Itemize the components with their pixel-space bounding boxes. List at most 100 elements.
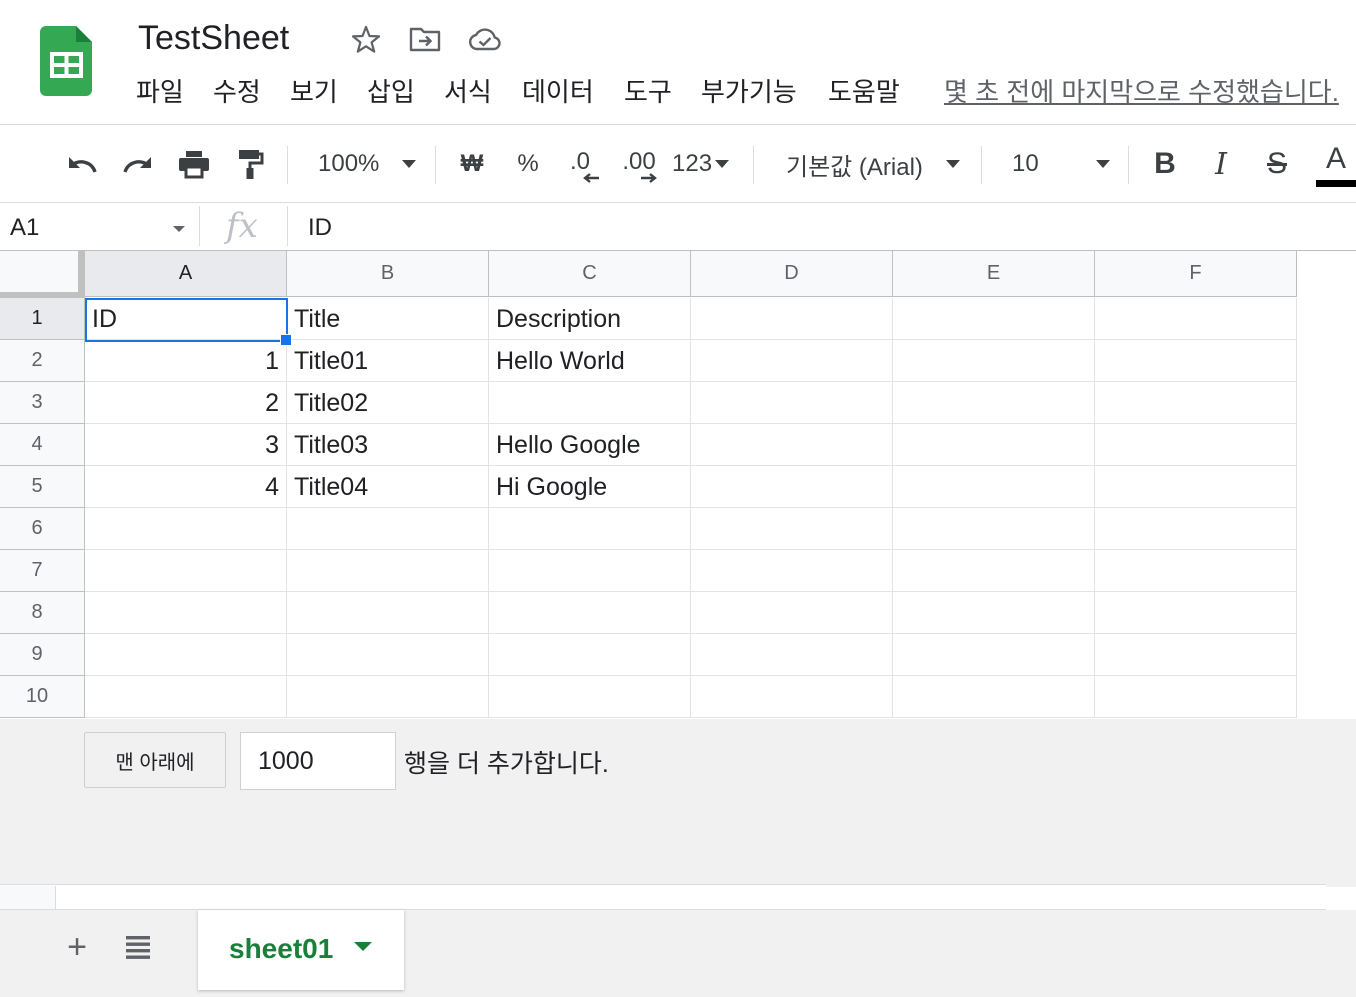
cell-d10[interactable] (691, 676, 893, 718)
add-rows-button[interactable]: 맨 아래에 (84, 732, 226, 788)
cell-f9[interactable] (1095, 634, 1297, 676)
cell-f3[interactable] (1095, 382, 1297, 424)
cell-e7[interactable] (893, 550, 1095, 592)
font-size-dropdown-icon[interactable] (1094, 158, 1112, 170)
cell-f8[interactable] (1095, 592, 1297, 634)
row-header[interactable]: 6 (0, 508, 85, 550)
all-sheets-list-icon[interactable] (122, 930, 154, 964)
cell-e3[interactable] (893, 382, 1095, 424)
cell-c7[interactable] (489, 550, 691, 592)
cell-b10[interactable] (287, 676, 489, 718)
cell-a5[interactable]: 4 (85, 466, 287, 508)
italic-button[interactable]: I (1202, 138, 1240, 190)
cell-a9[interactable] (85, 634, 287, 676)
cell-e2[interactable] (893, 340, 1095, 382)
row-header[interactable]: 7 (0, 550, 85, 592)
cell-f6[interactable] (1095, 508, 1297, 550)
cell-e5[interactable] (893, 466, 1095, 508)
more-formats-button[interactable]: 123 (672, 138, 736, 190)
cell-d7[interactable] (691, 550, 893, 592)
fill-handle[interactable] (280, 334, 292, 346)
row-header[interactable]: 3 (0, 382, 85, 424)
cell-f1[interactable] (1095, 298, 1297, 340)
menu-format[interactable]: 서식 (444, 74, 492, 110)
name-box-dropdown-icon[interactable] (172, 224, 186, 234)
cell-b6[interactable] (287, 508, 489, 550)
decrease-decimal-button[interactable]: .0 (560, 138, 600, 190)
column-header-f[interactable]: F (1095, 251, 1297, 297)
cell-a10[interactable] (85, 676, 287, 718)
cell-c4[interactable]: Hello Google (489, 424, 691, 466)
font-family-select[interactable]: 기본값 (Arial) (780, 138, 940, 190)
menu-file[interactable]: 파일 (136, 74, 184, 110)
menu-insert[interactable]: 삽입 (367, 74, 415, 110)
cell-e1[interactable] (893, 298, 1095, 340)
zoom-dropdown-icon[interactable] (400, 158, 418, 170)
menu-view[interactable]: 보기 (290, 74, 338, 110)
cell-b8[interactable] (287, 592, 489, 634)
column-header-c[interactable]: C (489, 251, 691, 297)
cell-c1[interactable]: Description (489, 298, 691, 340)
zoom-select[interactable]: 100% (306, 138, 390, 190)
increase-decimal-button[interactable]: .00 (616, 138, 662, 190)
menu-help[interactable]: 도움말 (828, 74, 900, 110)
cell-a7[interactable] (85, 550, 287, 592)
undo-button[interactable] (60, 138, 104, 190)
paint-format-button[interactable] (228, 138, 272, 190)
font-size-select[interactable]: 10 (1004, 138, 1050, 190)
percent-format-button[interactable]: % (508, 138, 548, 190)
cell-b4[interactable]: Title03 (287, 424, 489, 466)
name-box[interactable]: A1 (10, 210, 39, 246)
cell-d4[interactable] (691, 424, 893, 466)
print-button[interactable] (172, 138, 216, 190)
frozen-column-bar[interactable] (78, 251, 84, 297)
last-edit-link[interactable]: 몇 초 전에 마지막으로 수정했습니다. (944, 74, 1339, 110)
star-icon[interactable] (349, 24, 383, 54)
row-header[interactable]: 5 (0, 466, 85, 508)
cell-d1[interactable] (691, 298, 893, 340)
cell-d3[interactable] (691, 382, 893, 424)
bold-button[interactable]: B (1146, 138, 1184, 190)
strikethrough-button[interactable]: S (1258, 138, 1296, 190)
cell-c9[interactable] (489, 634, 691, 676)
select-all-corner[interactable] (0, 251, 85, 298)
cell-b2[interactable]: Title01 (287, 340, 489, 382)
cell-d9[interactable] (691, 634, 893, 676)
sheet-tab-label[interactable]: sheet01 (229, 930, 333, 968)
cell-c10[interactable] (489, 676, 691, 718)
menu-edit[interactable]: 수정 (213, 74, 261, 110)
sheet-tab-menu-icon[interactable] (354, 942, 372, 951)
formula-input[interactable]: ID (308, 210, 332, 246)
cell-e6[interactable] (893, 508, 1095, 550)
cell-f4[interactable] (1095, 424, 1297, 466)
sheets-logo-icon[interactable] (40, 26, 92, 96)
cell-b5[interactable]: Title04 (287, 466, 489, 508)
column-header-a[interactable]: A (85, 251, 287, 297)
currency-format-button[interactable]: ₩ (452, 138, 492, 190)
cell-a4[interactable]: 3 (85, 424, 287, 466)
cell-a8[interactable] (85, 592, 287, 634)
cell-e10[interactable] (893, 676, 1095, 718)
cell-c6[interactable] (489, 508, 691, 550)
horizontal-scrollbar[interactable] (0, 884, 1326, 910)
row-header[interactable]: 1 (0, 298, 85, 340)
cell-f10[interactable] (1095, 676, 1297, 718)
cell-c8[interactable] (489, 592, 691, 634)
column-header-e[interactable]: E (893, 251, 1095, 297)
cell-c2[interactable]: Hello World (489, 340, 691, 382)
cloud-saved-icon[interactable] (468, 24, 502, 54)
cell-a1[interactable]: ID (85, 298, 287, 340)
row-header[interactable]: 2 (0, 340, 85, 382)
cell-d8[interactable] (691, 592, 893, 634)
cell-b7[interactable] (287, 550, 489, 592)
row-header[interactable]: 8 (0, 592, 85, 634)
cell-d5[interactable] (691, 466, 893, 508)
move-to-folder-icon[interactable] (408, 24, 442, 54)
cell-d2[interactable] (691, 340, 893, 382)
cell-e4[interactable] (893, 424, 1095, 466)
add-sheet-button[interactable]: + (60, 928, 94, 966)
cell-a2[interactable]: 1 (85, 340, 287, 382)
row-header[interactable]: 10 (0, 676, 85, 718)
menu-tools[interactable]: 도구 (624, 74, 672, 110)
cell-f5[interactable] (1095, 466, 1297, 508)
